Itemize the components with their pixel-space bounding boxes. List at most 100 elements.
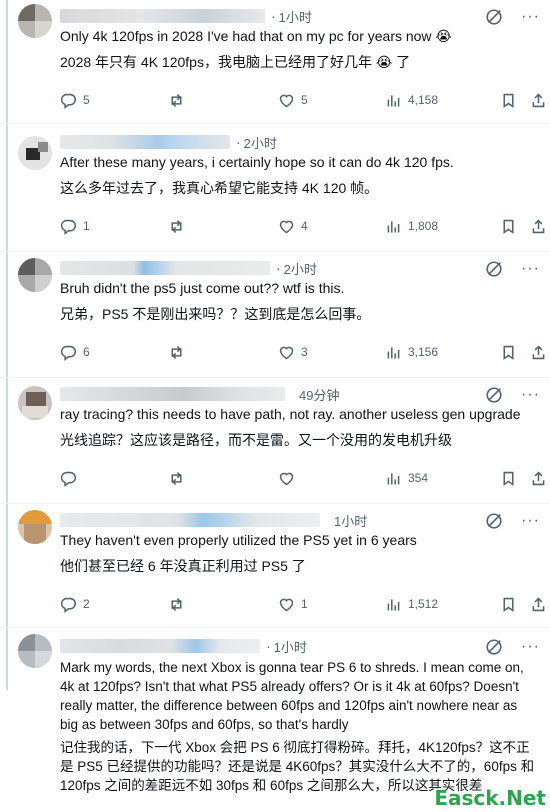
username-blurred[interactable] xyxy=(60,513,320,527)
reply-2[interactable]: · 2小时 After these many years, i certainl… xyxy=(0,124,550,252)
like-count: 3 xyxy=(301,345,308,359)
bookmark-button[interactable] xyxy=(500,596,517,613)
repost-arrows-icon xyxy=(171,471,182,485)
repost-button[interactable] xyxy=(168,344,191,361)
reply-1[interactable]: · 1小时 ··· Only 4k 120fps in 2028 I've ha… xyxy=(0,0,550,124)
more-icon[interactable]: ··· xyxy=(521,639,540,655)
share-button[interactable] xyxy=(530,596,547,613)
reply-count: 5 xyxy=(83,93,90,107)
reply-header: · 2小时 xyxy=(60,258,317,278)
views-button[interactable]: 354 xyxy=(385,470,428,487)
share-button[interactable] xyxy=(530,344,547,361)
views-button[interactable]: 4,158 xyxy=(385,92,438,109)
share-button[interactable] xyxy=(530,218,547,235)
heart-icon xyxy=(279,346,294,359)
share-upload-icon xyxy=(532,218,545,233)
more-icon[interactable]: ··· xyxy=(521,261,540,277)
reply-header: · 2小时 xyxy=(60,132,277,152)
like-button[interactable] xyxy=(278,470,301,487)
like-count: 1 xyxy=(301,597,308,611)
action-bar: 1 4 1,808 xyxy=(60,216,545,236)
reply-text-english: ray tracing? this needs to have path, no… xyxy=(60,406,521,422)
username-blurred[interactable] xyxy=(60,639,260,653)
username-blurred[interactable] xyxy=(60,135,230,149)
avatar[interactable] xyxy=(18,4,52,38)
timestamp[interactable]: 2小时 xyxy=(244,133,277,152)
share-button[interactable] xyxy=(530,470,547,487)
avatar[interactable] xyxy=(18,634,52,668)
username-blurred[interactable] xyxy=(60,387,285,401)
reply-6[interactable]: · 1小时 ··· Mark my words, the next Xbox i… xyxy=(0,628,550,812)
reply-button[interactable]: 6 xyxy=(60,344,90,361)
reply-header: · 1小时 xyxy=(60,636,307,656)
reply-text-english: Only 4k 120fps in 2028 I've had that on … xyxy=(60,28,452,44)
bookmark-button[interactable] xyxy=(500,470,517,487)
reply-text-chinese: 光线追踪？这应该是路径，而不是雷。又一个没用的发电机升级 xyxy=(60,432,452,448)
views-button[interactable]: 3,156 xyxy=(385,344,438,361)
reply-button[interactable] xyxy=(60,470,83,487)
speech-bubble-icon xyxy=(60,219,76,235)
timestamp[interactable]: 1小时 xyxy=(334,511,367,530)
more-icon[interactable]: ··· xyxy=(521,513,540,529)
reply-header: 49分钟 xyxy=(60,384,339,404)
grok-icon[interactable] xyxy=(485,8,503,26)
timestamp[interactable]: 1小时 xyxy=(279,7,312,26)
reply-button[interactable]: 5 xyxy=(60,92,90,109)
repost-arrows-icon xyxy=(171,597,182,611)
username-blurred[interactable] xyxy=(60,261,270,275)
grok-icon[interactable] xyxy=(485,638,503,656)
reply-4[interactable]: 49分钟 ··· ray tracing? this needs to have… xyxy=(0,378,550,504)
watermark: Easck.Net xyxy=(434,786,546,810)
avatar[interactable] xyxy=(18,258,52,292)
avatar[interactable] xyxy=(18,386,52,420)
like-button[interactable]: 5 xyxy=(278,92,308,109)
reply-text-english: After these many years, i certainly hope… xyxy=(60,154,454,170)
repost-button[interactable] xyxy=(168,92,191,109)
timestamp[interactable]: 49分钟 xyxy=(299,385,339,404)
repost-arrows-icon xyxy=(171,219,182,233)
repost-button[interactable] xyxy=(168,470,191,487)
grok-icon[interactable] xyxy=(485,386,503,404)
share-upload-icon xyxy=(532,596,545,611)
reply-button[interactable]: 2 xyxy=(60,596,90,613)
bar-chart-icon xyxy=(387,346,400,358)
timestamp[interactable]: 2小时 xyxy=(284,259,317,278)
speech-bubble-icon xyxy=(60,93,76,109)
bookmark-button[interactable] xyxy=(500,218,517,235)
like-button[interactable]: 4 xyxy=(278,218,308,235)
reply-text-chinese: 2028 年只有 4K 120fps，我电脑上已经用了好几年 😭 了 xyxy=(60,54,411,70)
avatar[interactable] xyxy=(18,510,52,544)
action-bar: 5 5 4,158 xyxy=(60,90,545,110)
reply-button[interactable]: 1 xyxy=(60,218,90,235)
like-button[interactable]: 1 xyxy=(278,596,308,613)
reply-3[interactable]: · 2小时 ··· Bruh didn't the ps5 just come … xyxy=(0,252,550,378)
grok-icon[interactable] xyxy=(485,512,503,530)
more-icon[interactable]: ··· xyxy=(521,387,540,403)
repost-button[interactable] xyxy=(168,218,191,235)
avatar[interactable] xyxy=(18,136,52,170)
speech-bubble-icon xyxy=(60,471,76,487)
share-upload-icon xyxy=(532,92,545,107)
share-button[interactable] xyxy=(530,92,547,109)
bar-chart-icon xyxy=(387,220,400,232)
repost-button[interactable] xyxy=(168,596,191,613)
like-button[interactable]: 3 xyxy=(278,344,308,361)
speech-bubble-icon xyxy=(60,345,76,361)
like-count: 5 xyxy=(301,93,308,107)
views-button[interactable]: 1,512 xyxy=(385,596,438,613)
bar-chart-icon xyxy=(387,598,400,610)
bookmark-icon xyxy=(503,597,514,612)
grok-icon[interactable] xyxy=(485,260,503,278)
timestamp[interactable]: 1小时 xyxy=(274,637,307,656)
share-upload-icon xyxy=(532,344,545,359)
username-blurred[interactable] xyxy=(60,9,265,23)
views-count: 4,158 xyxy=(408,93,439,107)
views-button[interactable]: 1,808 xyxy=(385,218,438,235)
views-count: 1,512 xyxy=(408,597,439,611)
bookmark-button[interactable] xyxy=(500,92,517,109)
bookmark-button[interactable] xyxy=(500,344,517,361)
reply-text-chinese: 兄弟，PS5 不是刚出来吗？？这到底是怎么回事。 xyxy=(60,306,371,322)
action-bar: 2 1 1,512 xyxy=(60,594,545,614)
more-icon[interactable]: ··· xyxy=(521,9,540,25)
reply-5[interactable]: 1小时 ··· They haven't even properly utili… xyxy=(0,504,550,628)
